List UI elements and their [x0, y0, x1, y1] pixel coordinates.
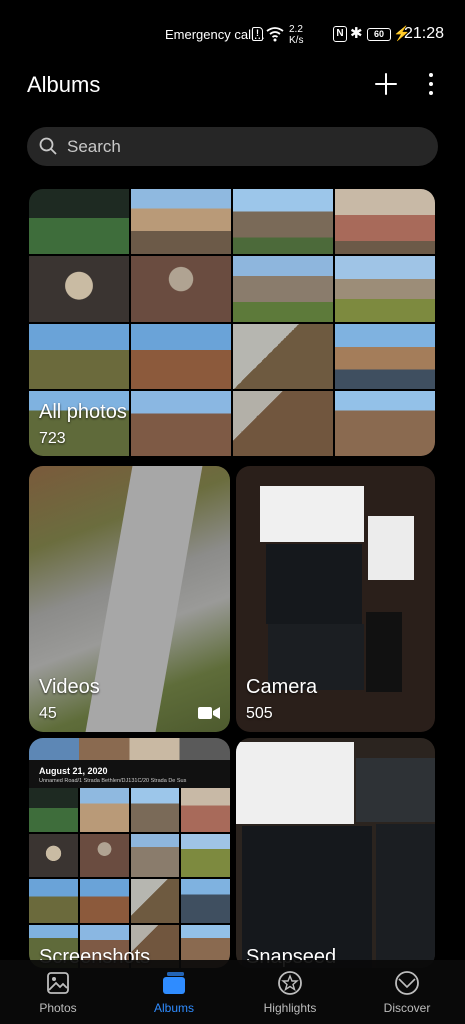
thumbnail	[131, 189, 231, 255]
discover-icon	[395, 971, 419, 995]
screenshot-location: Unnamed Road/1 Strada Bethlen/DJ131C/20 …	[39, 778, 187, 784]
album-count: 505	[246, 705, 273, 722]
screenshot-date: August 21, 2020	[39, 766, 108, 776]
nav-item-highlights[interactable]: Highlights	[245, 970, 335, 1015]
box-shape	[376, 824, 435, 968]
photo-mosaic	[29, 788, 230, 968]
search-icon	[39, 137, 57, 155]
thumbnail	[335, 256, 435, 322]
sim-card-icon: !	[252, 27, 263, 41]
thumbnail	[233, 323, 333, 389]
thumbnail	[29, 323, 129, 389]
album-name: Videos	[39, 676, 100, 698]
battery-icon: 60	[367, 28, 391, 41]
thumbnail	[335, 189, 435, 255]
thumbnail	[335, 323, 435, 389]
thumbnail	[131, 390, 231, 456]
image-icon	[47, 972, 69, 994]
thumbnail	[29, 189, 129, 255]
thumbnail	[79, 833, 129, 877]
thumbnail	[233, 256, 333, 322]
thumbnail	[130, 879, 180, 923]
album-name: Camera	[246, 676, 318, 698]
nav-label: Photos	[39, 1001, 77, 1015]
nav-label: Albums	[153, 1001, 194, 1015]
app-header: Albums	[0, 64, 465, 114]
more-vertical-icon[interactable]	[421, 70, 441, 98]
plus-icon[interactable]	[372, 70, 400, 98]
thumbnail	[130, 833, 180, 877]
screenshot-thumbnail-strip	[29, 738, 230, 760]
network-speed: 2.2 K/s	[289, 24, 304, 46]
album-count: 45	[39, 705, 57, 722]
box-shape	[236, 742, 354, 824]
album-name: All photos	[39, 401, 127, 423]
bluetooth-icon: ✱	[350, 25, 363, 42]
thumbnail	[181, 833, 230, 877]
thumbnail	[335, 390, 435, 456]
status-bar: Emergency call... ! 2.2 K/s N ✱ 60 ⚡ 21:…	[0, 0, 465, 64]
clock: 21:28	[404, 25, 445, 42]
nfc-icon: N	[333, 26, 347, 42]
nav-label: Highlights	[263, 1001, 317, 1015]
video-camera-icon	[198, 707, 220, 719]
albums-icon	[163, 972, 185, 994]
thumbnail	[181, 879, 230, 923]
nav-item-photos[interactable]: Photos	[13, 970, 103, 1015]
album-card-videos[interactable]: Videos 45	[29, 466, 230, 732]
thumbnail	[29, 788, 78, 832]
album-card-snapseed[interactable]: Snapseed	[236, 738, 435, 968]
thumbnail	[29, 256, 129, 322]
star-icon	[278, 971, 302, 995]
thumbnail	[29, 879, 78, 923]
road-shape	[85, 466, 203, 732]
wifi-icon	[266, 27, 284, 42]
thumbnail	[131, 323, 231, 389]
album-card-camera[interactable]: Camera 505	[236, 466, 435, 732]
nav-label: Discover	[383, 1001, 431, 1015]
thumbnail	[181, 788, 230, 832]
box-shape	[366, 612, 402, 692]
bottom-navigation: Photos Albums Highlights Discover	[0, 960, 465, 1024]
album-card-screenshots[interactable]: August 21, 2020 Unnamed Road/1 Strada Be…	[29, 738, 230, 968]
thumbnail	[29, 833, 78, 877]
thumbnail	[79, 879, 129, 923]
box-shape	[266, 544, 362, 624]
nav-item-discover[interactable]: Discover	[362, 970, 452, 1015]
thumbnail	[233, 390, 333, 456]
box-shape	[260, 486, 364, 542]
thumbnail	[233, 189, 333, 255]
emergency-call-text: Emergency call...	[165, 27, 265, 42]
thumbnail	[79, 788, 129, 832]
album-count: 723	[39, 430, 66, 447]
page-title: Albums	[27, 72, 101, 97]
nav-item-albums[interactable]: Albums	[129, 970, 219, 1015]
search-input[interactable]	[67, 137, 407, 157]
box-shape	[368, 516, 414, 580]
search-bar[interactable]	[27, 127, 438, 166]
album-card-all-photos[interactable]: All photos 723	[29, 189, 435, 456]
box-shape	[356, 758, 435, 822]
thumbnail	[131, 256, 231, 322]
thumbnail	[130, 788, 180, 832]
